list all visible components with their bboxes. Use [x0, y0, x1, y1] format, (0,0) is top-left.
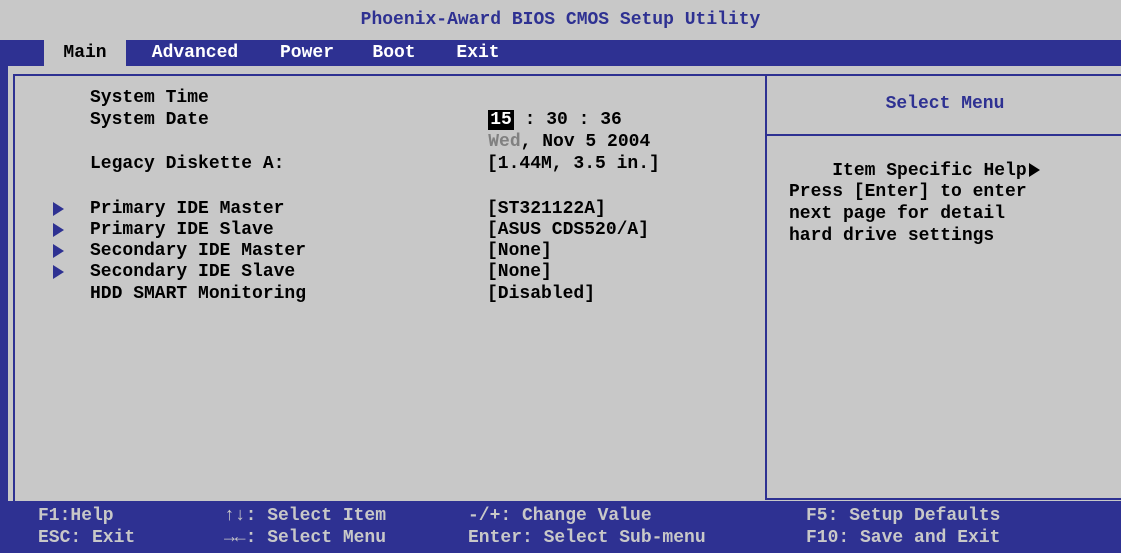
key-select-item: ↑↓: Select Item	[224, 506, 387, 526]
help-panel: Select Menu Item Specific Help Press [En…	[765, 74, 1121, 500]
hdd-smart-monitoring-value[interactable]: [Disabled]	[487, 283, 595, 305]
secondary-ide-master-value[interactable]: [None]	[487, 240, 552, 262]
system-date-rest[interactable]: , Nov 5 2004	[521, 132, 651, 152]
key-help-f1: F1:Help	[38, 506, 114, 526]
primary-ide-slave-value[interactable]: [ASUS CDS520/A]	[487, 219, 649, 241]
submenu-arrow-icon	[53, 265, 64, 279]
footer-keys: F1:Help ESC: Exit ↑↓: Select Item →←: Se…	[0, 501, 1121, 553]
tab-advanced[interactable]: Advanced	[136, 40, 254, 66]
system-date-day: Wed	[488, 132, 521, 152]
key-save-exit: F10: Save and Exit	[806, 528, 1001, 548]
secondary-ide-slave-label[interactable]: Secondary IDE Slave	[90, 261, 295, 283]
help-line: next page for detail	[789, 204, 1006, 224]
key-setup-defaults: F5: Setup Defaults	[806, 506, 1001, 526]
hdd-smart-monitoring-label[interactable]: HDD SMART Monitoring	[90, 283, 306, 305]
submenu-arrow-icon	[53, 202, 64, 216]
help-title: Select Menu	[885, 94, 1005, 114]
primary-ide-master-value[interactable]: [ST321122A]	[487, 198, 606, 220]
main-settings-panel: System Time 15 : 30 : 36 System Date Wed…	[13, 74, 767, 504]
window-title: Phoenix-Award BIOS CMOS Setup Utility	[0, 0, 1121, 40]
right-arrow-icon	[1028, 163, 1040, 178]
help-divider	[767, 134, 1121, 136]
item-specific-help-label: Item Specific Help	[832, 161, 1027, 181]
submenu-arrow-icon	[53, 244, 64, 258]
tab-exit[interactable]: Exit	[442, 40, 514, 66]
primary-ide-master-label[interactable]: Primary IDE Master	[90, 198, 284, 220]
menu-bar: Main Advanced Power Boot Exit	[0, 40, 1121, 66]
secondary-ide-slave-value[interactable]: [None]	[487, 261, 552, 283]
submenu-arrow-icon	[53, 223, 64, 237]
tab-boot[interactable]: Boot	[356, 40, 432, 66]
help-line: hard drive settings	[789, 226, 995, 246]
key-select-submenu: Enter: Select Sub-menu	[468, 528, 706, 548]
system-time-label: System Time	[90, 88, 209, 108]
tab-main[interactable]: Main	[44, 40, 126, 66]
system-date-label: System Date	[90, 110, 209, 130]
legacy-diskette-value[interactable]: [1.44M, 3.5 in.]	[487, 153, 660, 175]
primary-ide-slave-label[interactable]: Primary IDE Slave	[90, 219, 274, 241]
help-line: Press [Enter] to enter	[789, 182, 1027, 202]
key-select-menu: →←: Select Menu	[224, 528, 387, 548]
key-change-value: -/+: Change Value	[468, 506, 652, 526]
tab-power[interactable]: Power	[266, 40, 348, 66]
legacy-diskette-label: Legacy Diskette A:	[90, 154, 285, 174]
key-exit-esc: ESC: Exit	[38, 528, 136, 548]
secondary-ide-master-label[interactable]: Secondary IDE Master	[90, 240, 306, 262]
